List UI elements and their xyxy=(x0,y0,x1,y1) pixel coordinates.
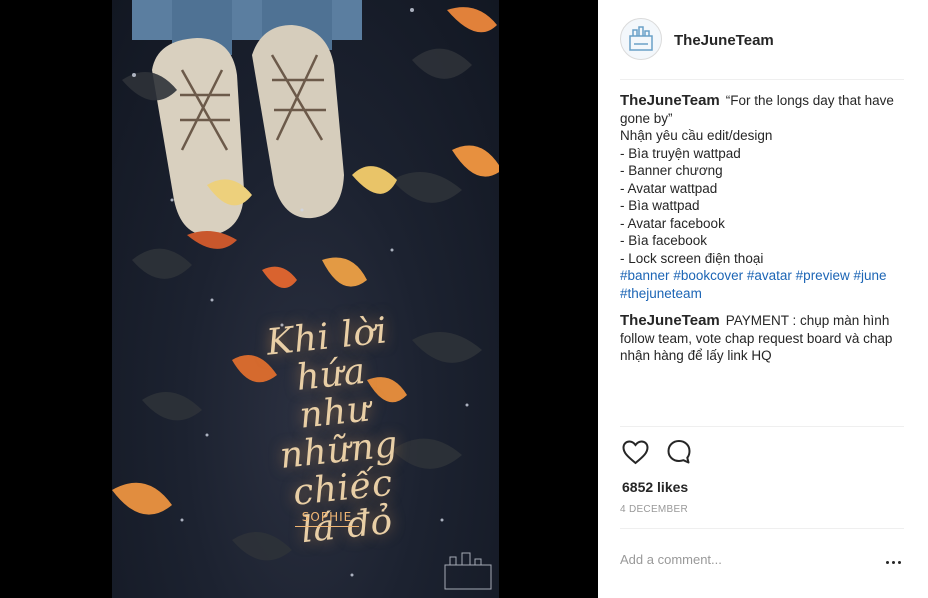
more-dots-icon xyxy=(891,560,895,564)
more-options-button[interactable] xyxy=(882,552,904,572)
more-dots-icon xyxy=(897,560,901,564)
divider xyxy=(620,528,904,529)
post-date[interactable]: 4 DECEMBER xyxy=(620,504,688,515)
caption-line: Nhận yêu cầu edit/design xyxy=(620,128,773,143)
poster-author: SOPHIE xyxy=(301,510,353,524)
avatar[interactable] xyxy=(620,18,662,60)
more-dots-icon xyxy=(885,560,889,564)
caption-line: - Bìa wattpad xyxy=(620,198,700,213)
comments-list: TheJuneTeam “For the longs day that have … xyxy=(620,92,904,375)
hashtag-link[interactable]: #preview xyxy=(796,268,850,283)
hashtag-link[interactable]: #banner xyxy=(620,268,670,283)
caption-line: - Avatar wattpad xyxy=(620,180,718,196)
team-logo-icon xyxy=(629,26,653,51)
comment-input[interactable] xyxy=(620,552,860,567)
hashtag-link[interactable]: #thejuneteam xyxy=(620,286,702,301)
hashtag-link[interactable]: #avatar xyxy=(747,268,792,283)
poster-author-underline xyxy=(295,526,359,527)
heart-icon xyxy=(621,439,649,464)
like-button[interactable] xyxy=(620,437,650,467)
action-bar xyxy=(620,436,694,468)
header-username[interactable]: TheJuneTeam xyxy=(674,32,774,49)
caption-line: - Bìa facebook xyxy=(620,233,708,248)
caption-line: - Lock screen điện thoại xyxy=(620,250,764,266)
reply-comment: TheJuneTeam PAYMENT : chụp màn hình follo… xyxy=(620,312,904,365)
comment-button[interactable] xyxy=(664,437,694,467)
divider xyxy=(620,426,904,427)
caption-line: - Banner chương xyxy=(620,163,723,178)
poster-logo xyxy=(444,552,492,590)
caption-comment: TheJuneTeam “For the longs day that have … xyxy=(620,92,904,302)
post-image[interactable]: Khi lời hứa như những chiếc lá đỏ SOPHIE xyxy=(112,0,499,598)
hashtags: #banner #bookcover #avatar #preview #jun… xyxy=(620,267,904,302)
hashtag-link[interactable]: #june xyxy=(853,268,886,283)
reply-username[interactable]: TheJuneTeam xyxy=(620,312,720,329)
caption-line: - Avatar facebook xyxy=(620,215,725,231)
right-shoe-shape xyxy=(252,25,344,219)
comment-bubble-icon xyxy=(667,440,691,464)
caption-line: - Bìa truyện wattpad xyxy=(620,145,741,161)
caption-username[interactable]: TheJuneTeam xyxy=(620,92,720,109)
post-side-panel: TheJuneTeam TheJuneTeam “For the longs da… xyxy=(598,0,928,598)
likes-count[interactable]: 6852 likes xyxy=(622,479,688,495)
left-shoe-shape xyxy=(152,38,244,236)
hashtag-link[interactable]: #bookcover xyxy=(673,268,743,283)
post-header: TheJuneTeam xyxy=(620,18,904,80)
post-media-area: Khi lời hứa như những chiếc lá đỏ SOPHIE xyxy=(0,0,598,598)
